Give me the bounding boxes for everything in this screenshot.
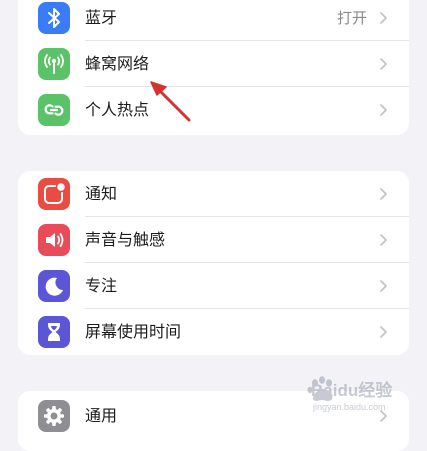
watermark-subtext: jingyan.baidu.com <box>313 402 386 412</box>
annotation-arrow <box>150 81 191 122</box>
baidu-watermark: Baidu经验 jingyan.baidu.com <box>305 374 423 418</box>
watermark-text: Baidu经验 <box>311 381 393 400</box>
